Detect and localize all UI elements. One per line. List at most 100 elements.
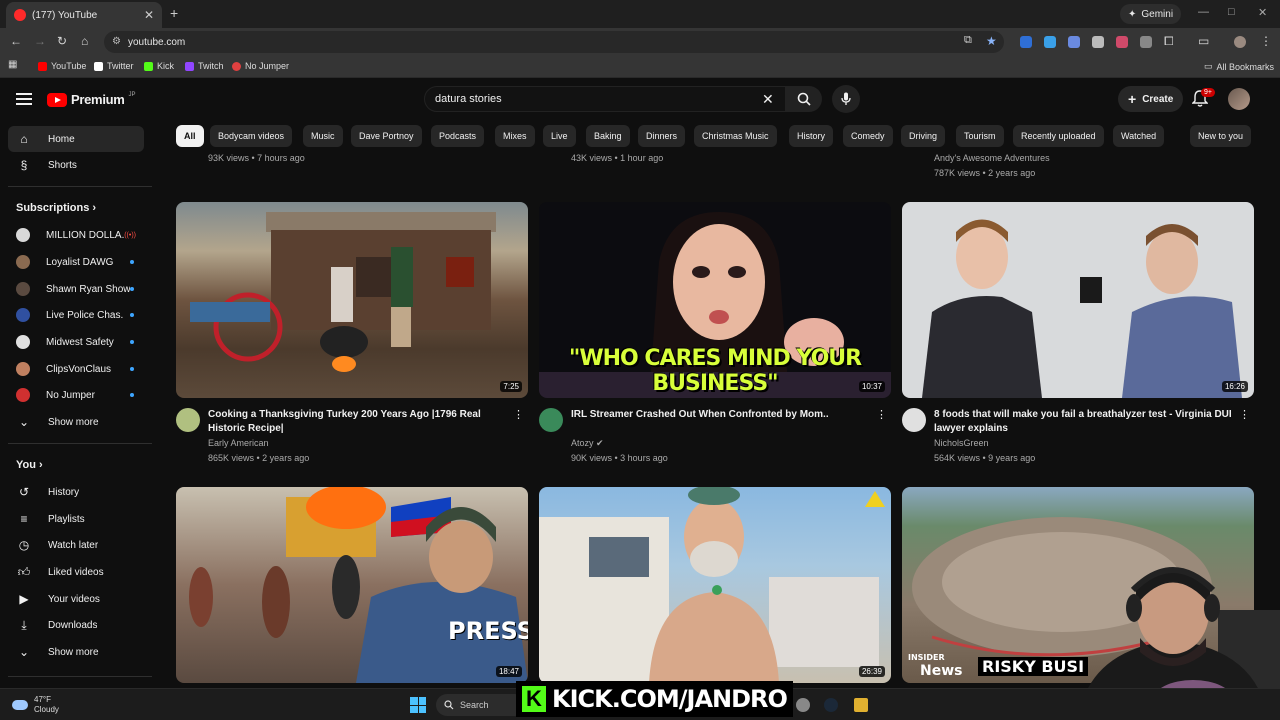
account-avatar[interactable] bbox=[1228, 88, 1250, 110]
sidebar-item-liked-videos[interactable]: 👍︎ Liked videos bbox=[8, 559, 144, 585]
channel-avatar[interactable] bbox=[902, 408, 926, 432]
sidebar-item-history[interactable]: ↺ History bbox=[8, 479, 144, 505]
tab-youtube[interactable]: (177) YouTube ✕ bbox=[6, 2, 162, 28]
chip-live[interactable]: Live bbox=[543, 125, 576, 147]
video-card[interactable]: "WHO CARES MIND YOUR BUSINESS" 10:37 IRL… bbox=[539, 202, 891, 472]
extension-4-icon[interactable] bbox=[1092, 36, 1104, 48]
bookmark-twitch[interactable]: Twitch bbox=[185, 61, 224, 71]
extension-6-icon[interactable] bbox=[1140, 36, 1152, 48]
url-field[interactable]: ⚙ youtube.com bbox=[104, 31, 1004, 53]
bookmark-youtube[interactable]: YouTube bbox=[38, 61, 86, 71]
video-thumbnail[interactable]: 16:26 bbox=[902, 202, 1254, 398]
sidebar-item-subscription[interactable]: No Jumper bbox=[8, 382, 144, 408]
video-title[interactable]: 8 foods that will make you fail a breath… bbox=[934, 408, 1234, 436]
youtube-premium-logo[interactable]: Premium JP bbox=[47, 92, 136, 107]
chip-new-to-you[interactable]: New to you bbox=[1190, 125, 1252, 147]
maximize-icon[interactable]: □ bbox=[1228, 6, 1235, 18]
windows-start-icon[interactable] bbox=[410, 697, 426, 713]
voice-search-button[interactable] bbox=[832, 85, 860, 113]
chip-history[interactable]: History bbox=[789, 125, 834, 147]
gemini-button[interactable]: ✦ Gemini bbox=[1120, 4, 1182, 24]
video-thumbnail[interactable]: 26:39 bbox=[539, 487, 891, 683]
channel-name[interactable]: Andy's Awesome Adventures bbox=[934, 153, 1050, 163]
channel-avatar[interactable] bbox=[176, 408, 200, 432]
chip-dave-portnoy[interactable]: Dave Portnoy bbox=[351, 125, 422, 147]
bookmark-twitter[interactable]: Twitter bbox=[94, 61, 134, 71]
bookmark-kick[interactable]: Kick bbox=[144, 61, 174, 71]
channel-avatar[interactable] bbox=[539, 408, 563, 432]
hamburger-menu-icon[interactable] bbox=[16, 93, 32, 105]
video-thumbnail[interactable]: 7:25 bbox=[176, 202, 528, 398]
app-icon[interactable] bbox=[796, 698, 810, 712]
sidebar-item-watch-later[interactable]: ◷ Watch later bbox=[8, 532, 144, 558]
you-heading[interactable]: You › bbox=[16, 459, 43, 471]
chip-music[interactable]: Music bbox=[303, 125, 343, 147]
bookmark-no-jumper[interactable]: No Jumper bbox=[232, 61, 289, 71]
sidebar-item-subscription[interactable]: Midwest Safety bbox=[8, 329, 144, 355]
extensions-puzzle-icon[interactable]: ⧠ bbox=[1164, 34, 1174, 49]
home-icon[interactable]: ⌂ bbox=[81, 34, 88, 48]
chip-bodycam-videos[interactable]: Bodycam videos bbox=[210, 125, 293, 147]
subscriptions-heading[interactable]: Subscriptions › bbox=[16, 202, 96, 214]
more-actions-icon[interactable]: ⋮ bbox=[513, 408, 524, 421]
chip-recently-uploaded[interactable]: Recently uploaded bbox=[1013, 125, 1104, 147]
show-more-you[interactable]: ⌄ Show more bbox=[8, 639, 144, 665]
clear-search-icon[interactable]: ✕ bbox=[762, 91, 774, 108]
weather-widget[interactable]: 47°F Cloudy bbox=[12, 695, 59, 715]
video-thumbnail[interactable]: PRESS 18:47 bbox=[176, 487, 528, 683]
side-panel-icon[interactable]: ▭ bbox=[1198, 34, 1209, 48]
extension-2-icon[interactable] bbox=[1044, 36, 1056, 48]
bookmark-star-icon[interactable]: ★ bbox=[986, 34, 997, 48]
taskbar-search[interactable]: Search bbox=[436, 694, 526, 716]
install-app-icon[interactable]: ⧉ bbox=[964, 34, 972, 47]
create-button[interactable]: + Create bbox=[1118, 86, 1184, 112]
sidebar-item-subscription[interactable]: Live Police Chas... bbox=[8, 302, 144, 328]
apps-grid-icon[interactable]: ▦ bbox=[8, 59, 17, 70]
site-info-icon[interactable]: ⚙ bbox=[112, 36, 121, 47]
sidebar-item-shorts[interactable]: § Shorts bbox=[8, 152, 144, 178]
chip-comedy[interactable]: Comedy bbox=[843, 125, 893, 147]
sidebar-item-subscription[interactable]: Shawn Ryan Show bbox=[8, 276, 144, 302]
chip-tourism[interactable]: Tourism bbox=[956, 125, 1004, 147]
chip-baking[interactable]: Baking bbox=[586, 125, 630, 147]
chip-all[interactable]: All bbox=[176, 125, 204, 147]
chip-mixes[interactable]: Mixes bbox=[495, 125, 535, 147]
search-input[interactable]: datura stories bbox=[424, 86, 786, 112]
more-actions-icon[interactable]: ⋮ bbox=[1239, 408, 1250, 421]
new-tab-button[interactable]: + bbox=[170, 5, 178, 21]
sidebar-item-subscription[interactable]: MILLION DOLLA... ((•)) bbox=[8, 222, 144, 248]
app-icon[interactable] bbox=[854, 698, 868, 712]
chip-podcasts[interactable]: Podcasts bbox=[431, 125, 485, 147]
sidebar-item-subscription[interactable]: Loyalist DAWG bbox=[8, 249, 144, 275]
close-tab-icon[interactable]: ✕ bbox=[144, 8, 154, 22]
chip-watched[interactable]: Watched bbox=[1113, 125, 1165, 147]
extension-3-icon[interactable] bbox=[1068, 36, 1080, 48]
reload-icon[interactable]: ↻ bbox=[57, 34, 67, 48]
sidebar-item-playlists[interactable]: ≡ Playlists bbox=[8, 506, 144, 532]
search-button[interactable] bbox=[786, 86, 822, 112]
extension-1-icon[interactable] bbox=[1020, 36, 1032, 48]
sidebar-item-downloads[interactable]: ⤓ Downloads bbox=[8, 612, 144, 638]
back-icon[interactable]: ← bbox=[10, 34, 22, 48]
video-thumbnail[interactable]: "WHO CARES MIND YOUR BUSINESS" 10:37 bbox=[539, 202, 891, 398]
minimize-icon[interactable]: — bbox=[1198, 6, 1209, 18]
video-title[interactable]: Cooking a Thanksgiving Turkey 200 Years … bbox=[208, 408, 508, 436]
sidebar-item-home[interactable]: ⌂ Home bbox=[8, 126, 144, 152]
channel-name[interactable]: NicholsGreen bbox=[934, 438, 989, 448]
video-card[interactable]: 16:26 8 foods that will make you fail a … bbox=[902, 202, 1254, 472]
chip-christmas-music[interactable]: Christmas Music bbox=[694, 125, 777, 147]
extension-5-icon[interactable] bbox=[1116, 36, 1128, 48]
profile-avatar-icon[interactable] bbox=[1234, 36, 1246, 48]
chrome-menu-icon[interactable]: ⋮ bbox=[1260, 34, 1272, 48]
all-bookmarks-button[interactable]: ▭ All Bookmarks bbox=[1204, 61, 1274, 72]
sidebar-item-your-videos[interactable]: ▶ Your videos bbox=[8, 586, 144, 612]
show-more-subscriptions[interactable]: ⌄ Show more bbox=[8, 409, 144, 435]
steam-icon[interactable] bbox=[824, 698, 838, 712]
chip-dinners[interactable]: Dinners bbox=[638, 125, 686, 147]
video-card[interactable]: PRESS 18:47 bbox=[176, 487, 528, 685]
video-title[interactable]: IRL Streamer Crashed Out When Confronted… bbox=[571, 408, 871, 422]
close-window-icon[interactable]: ✕ bbox=[1258, 6, 1267, 19]
channel-name[interactable]: Atozy ✔ bbox=[571, 438, 604, 449]
sidebar-item-subscription[interactable]: ClipsVonClaus bbox=[8, 356, 144, 382]
chip-driving[interactable]: Driving bbox=[901, 125, 946, 147]
